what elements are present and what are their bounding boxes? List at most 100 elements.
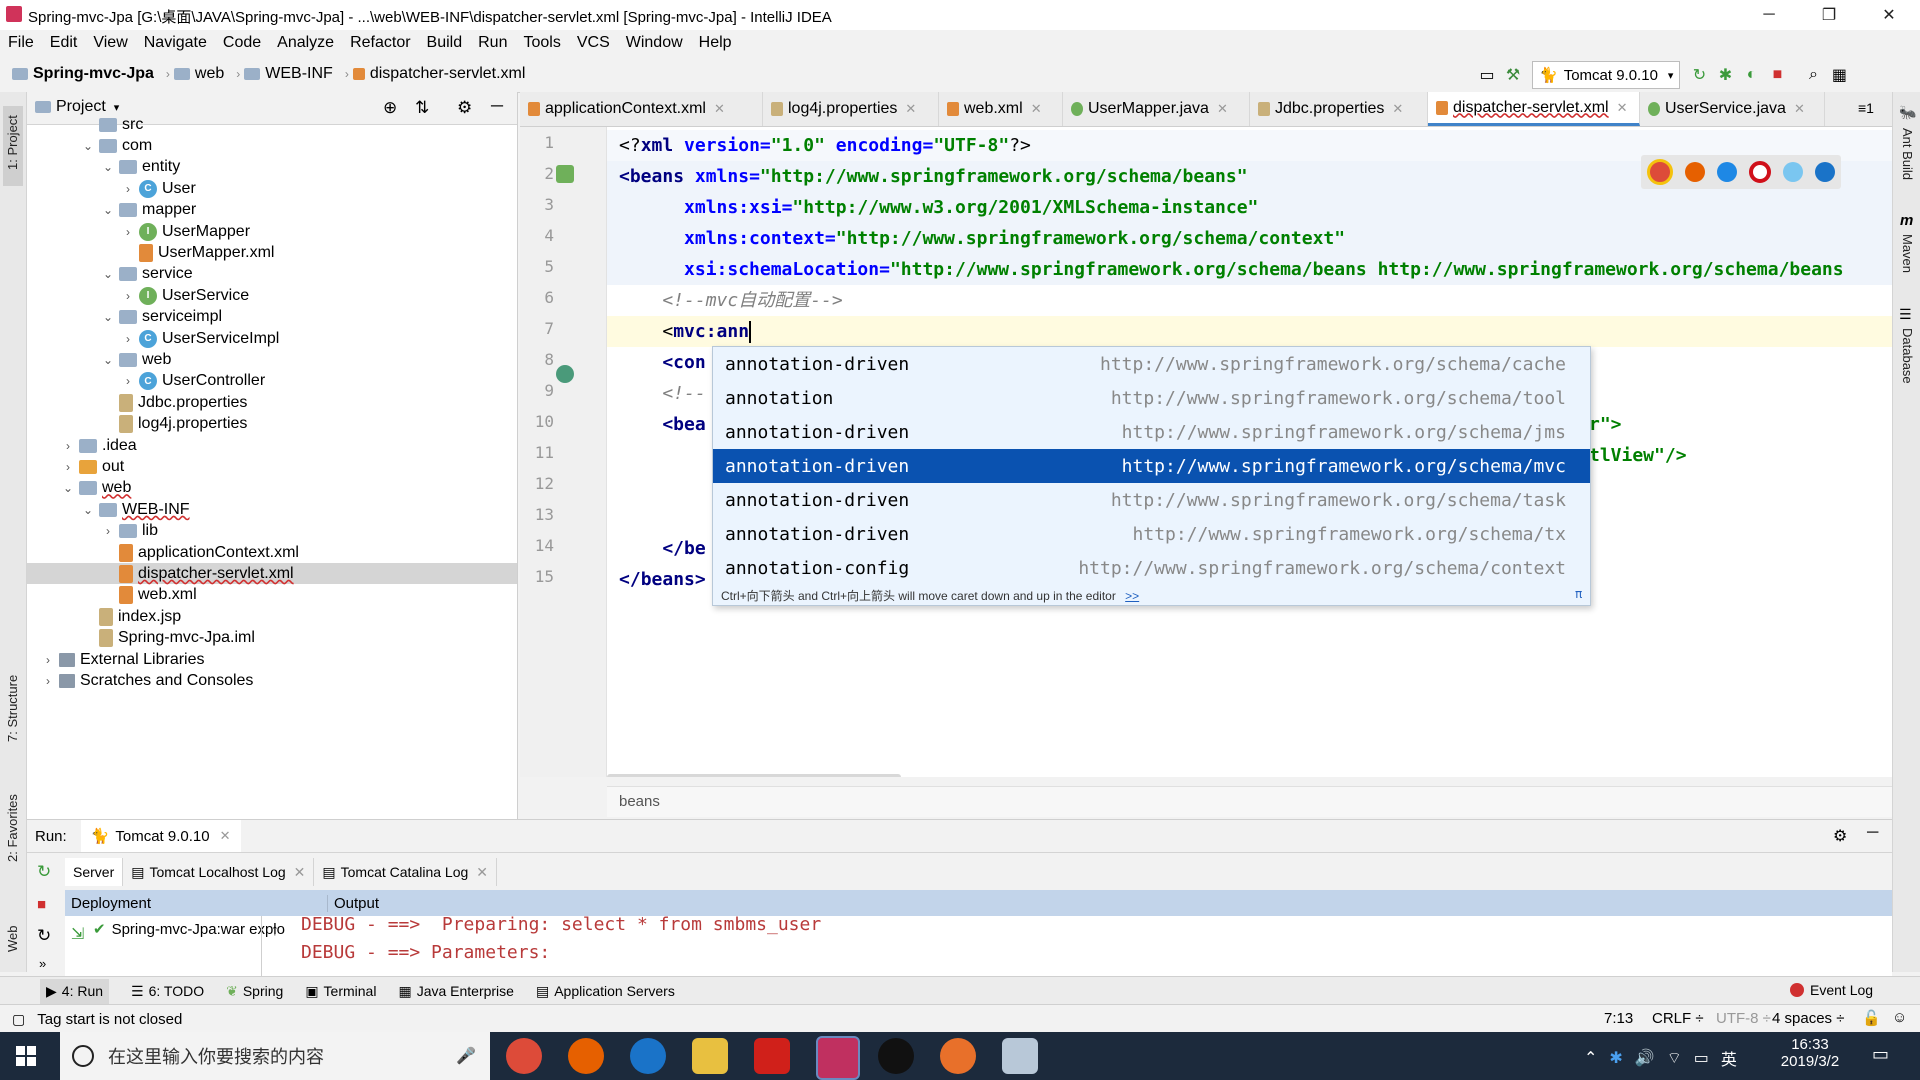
subtab-catalina-log[interactable]: ▤ Tomcat Catalina Log ✕ xyxy=(314,858,498,886)
menu-build[interactable]: Build xyxy=(419,30,471,56)
menu-refactor[interactable]: Refactor xyxy=(342,30,418,56)
deployment-item[interactable]: ✔ Spring-mvc-Jpa:war explo xyxy=(93,920,285,939)
taskbar-youdao-icon[interactable] xyxy=(754,1038,790,1074)
tool-java-enterprise[interactable]: ▦ Java Enterprise xyxy=(398,983,514,1000)
maven-tool-label[interactable]: Maven xyxy=(1900,234,1915,273)
tree-item[interactable]: web.xml xyxy=(27,585,517,606)
taskbar-search-box[interactable]: 在这里输入你要搜索的内容 🎤 xyxy=(60,1032,490,1080)
expand-toggle-icon[interactable]: › xyxy=(121,182,135,196)
favorites-tool-label[interactable]: 2: Favorites xyxy=(5,794,20,862)
menu-run[interactable]: Run xyxy=(470,30,515,56)
expand-toggle-icon[interactable]: › xyxy=(61,439,75,453)
gear-icon[interactable]: ⚙ xyxy=(1833,826,1847,846)
indent-setting[interactable]: 4 spaces ÷ xyxy=(1772,1010,1844,1027)
maven-icon[interactable]: m xyxy=(1900,212,1913,229)
tree-item[interactable]: › C UserController xyxy=(27,371,517,392)
minimize-button[interactable]: ─ xyxy=(1740,0,1798,30)
menu-vcs[interactable]: VCS xyxy=(569,30,618,56)
ant-build-tool-label[interactable]: Ant Build xyxy=(1900,128,1915,180)
run-config-tab[interactable]: 🐈 Tomcat 9.0.10 ✕ xyxy=(80,820,241,852)
tool-todo[interactable]: ☰ 6: TODO xyxy=(131,983,204,1000)
tree-item[interactable]: › Scratches and Consoles xyxy=(27,670,517,691)
tree-item[interactable]: ⌄ mapper xyxy=(27,200,517,221)
chrome-icon[interactable] xyxy=(1647,159,1673,185)
event-log-button[interactable]: Event Log xyxy=(1790,982,1873,998)
tray-bluetooth-icon[interactable]: ✱ xyxy=(1609,1048,1622,1068)
close-tab-icon[interactable]: ✕ xyxy=(220,828,231,844)
menu-edit[interactable]: Edit xyxy=(42,30,86,56)
expand-toggle-icon[interactable]: › xyxy=(121,332,135,346)
lock-icon[interactable]: 🔓 xyxy=(1862,1009,1881,1027)
taskbar-explorer-icon[interactable] xyxy=(692,1038,728,1074)
close-tab-icon[interactable]: ✕ xyxy=(1031,101,1042,117)
xml-breadcrumb-beans[interactable]: beans xyxy=(619,793,660,810)
taskbar-edge-icon[interactable] xyxy=(630,1038,666,1074)
horizontal-scrollbar[interactable] xyxy=(607,774,901,777)
tree-item[interactable]: ⌄ com xyxy=(27,135,517,156)
tree-item[interactable]: ⌄ WEB-INF xyxy=(27,499,517,520)
run-config-select[interactable]: 🐈 Tomcat 9.0.10 ▾ xyxy=(1532,61,1681,89)
plugin-icon[interactable]: ▦ xyxy=(1826,62,1852,88)
close-tab-icon[interactable]: ✕ xyxy=(1392,101,1403,117)
debug-bug-icon[interactable]: ✱ xyxy=(1712,62,1738,88)
menu-code[interactable]: Code xyxy=(215,30,269,56)
database-icon[interactable]: ☰ xyxy=(1899,306,1912,323)
tree-item[interactable]: ⌄ web xyxy=(27,349,517,370)
expand-toggle-icon[interactable]: ⌄ xyxy=(101,353,115,367)
tool-run[interactable]: ▶ 4: Run xyxy=(40,978,110,1004)
tab-applicationcontext-xml[interactable]: applicationContext.xml ✕ xyxy=(520,92,763,126)
inspector-icon[interactable]: ☺ xyxy=(1892,1009,1907,1026)
crumb-web-inf[interactable]: WEB-INF xyxy=(244,65,333,83)
tray-network-icon[interactable]: ⌔ xyxy=(1667,1048,1682,1068)
crumb-web[interactable]: web xyxy=(173,65,224,83)
menu-file[interactable]: File xyxy=(0,30,42,56)
hint-more-link[interactable]: >> xyxy=(1125,589,1139,603)
stop-icon[interactable]: ■ xyxy=(37,896,46,913)
subtab-server[interactable]: Server xyxy=(65,858,124,886)
tab-userservice-java[interactable]: UserService.java ✕ xyxy=(1640,92,1825,126)
tree-item[interactable]: index.jsp xyxy=(27,606,517,627)
tree-item[interactable]: › External Libraries xyxy=(27,649,517,670)
project-tool-label[interactable]: 1: Project xyxy=(5,115,20,170)
windows-start-icon[interactable] xyxy=(16,1046,36,1066)
expand-toggle-icon[interactable]: › xyxy=(41,653,55,667)
status-panel-icon[interactable]: ▢ xyxy=(12,1011,25,1028)
tree-item[interactable]: Spring-mvc-Jpa.iml xyxy=(27,628,517,649)
refresh-icon[interactable]: ↻ xyxy=(37,926,51,946)
expand-toggle-icon[interactable]: ⌄ xyxy=(81,503,95,517)
deploy-icon[interactable]: ⇲ xyxy=(71,924,84,944)
pin-icon[interactable]: π xyxy=(1575,587,1582,601)
opera-icon[interactable] xyxy=(1749,161,1771,183)
autocomplete-item[interactable]: annotation-driven http://www.springframew… xyxy=(713,517,1590,551)
expand-toggle-icon[interactable]: › xyxy=(121,225,135,239)
crumb-project[interactable]: Spring-mvc-Jpa xyxy=(12,65,154,83)
tab-jdbc-properties[interactable]: Jdbc.properties ✕ xyxy=(1250,92,1428,126)
expand-toggle-icon[interactable]: › xyxy=(121,289,135,303)
hide-icon[interactable]: ─ xyxy=(1867,824,1878,842)
search-icon[interactable]: ⌕ xyxy=(1800,62,1826,88)
autocomplete-item[interactable]: annotation-driven http://www.springframew… xyxy=(713,483,1590,517)
tabs-overflow-button[interactable]: ≡1 xyxy=(1858,100,1874,116)
taskbar-chrome-icon[interactable] xyxy=(506,1038,542,1074)
menu-analyze[interactable]: Analyze xyxy=(269,30,342,56)
menu-tools[interactable]: Tools xyxy=(515,30,568,56)
tab-dispatcher-servlet-xml[interactable]: dispatcher-servlet.xml ✕ xyxy=(1428,92,1640,126)
component-scan-icon[interactable] xyxy=(556,365,574,383)
tool-spring[interactable]: ❦ Spring xyxy=(226,983,283,1000)
taskbar-firefox-icon[interactable] xyxy=(568,1038,604,1074)
tab-web-xml[interactable]: web.xml ✕ xyxy=(939,92,1063,126)
tab-usermapper-java[interactable]: UserMapper.java ✕ xyxy=(1063,92,1250,126)
tree-item[interactable]: ⌄ service xyxy=(27,264,517,285)
tray-volume-icon[interactable]: 🔊 xyxy=(1635,1048,1655,1068)
restore-button[interactable]: ❐ xyxy=(1800,0,1858,30)
menu-navigate[interactable]: Navigate xyxy=(136,30,215,56)
taskbar-intellij-icon[interactable] xyxy=(816,1036,860,1080)
close-button[interactable]: ✕ xyxy=(1860,0,1918,30)
file-encoding[interactable]: UTF-8 ÷ xyxy=(1716,1010,1771,1027)
expand-toggle-icon[interactable]: › xyxy=(41,674,55,688)
spring-bean-icon[interactable] xyxy=(556,165,574,183)
tree-item[interactable]: src xyxy=(27,114,517,135)
taskbar-app-icon[interactable] xyxy=(878,1038,914,1074)
caret-position[interactable]: 7:13 xyxy=(1604,1010,1633,1027)
tree-item[interactable]: dispatcher-servlet.xml xyxy=(27,563,517,585)
